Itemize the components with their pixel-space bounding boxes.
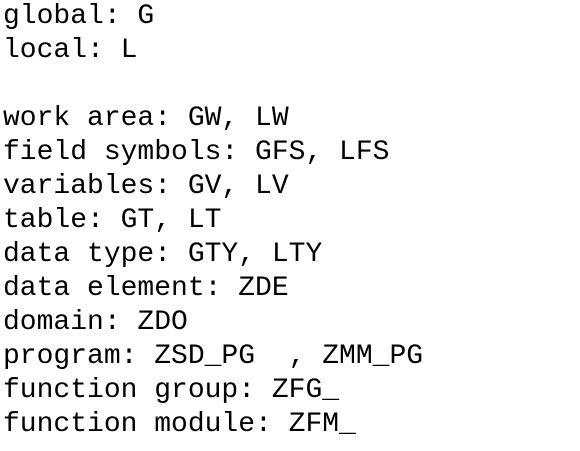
- line-program: program: ZSD_PG , ZMM_PG: [3, 341, 424, 372]
- line-table: table: GT, LT: [3, 205, 222, 236]
- line-field-symbols: field symbols: GFS, LFS: [3, 137, 390, 168]
- line-local: local: L: [3, 35, 138, 66]
- line-variables: variables: GV, LV: [3, 171, 289, 202]
- line-function-module: function module: ZFM_: [3, 409, 356, 440]
- line-function-group: function group: ZFG_: [3, 375, 340, 406]
- line-domain: domain: ZDO: [3, 307, 188, 338]
- line-global: global: G: [3, 1, 155, 32]
- naming-convention-text: global: G local: L work area: GW, LW fie…: [3, 0, 578, 442]
- line-data-type: data type: GTY, LTY: [3, 239, 323, 270]
- line-data-element: data element: ZDE: [3, 273, 289, 304]
- line-work-area: work area: GW, LW: [3, 103, 289, 134]
